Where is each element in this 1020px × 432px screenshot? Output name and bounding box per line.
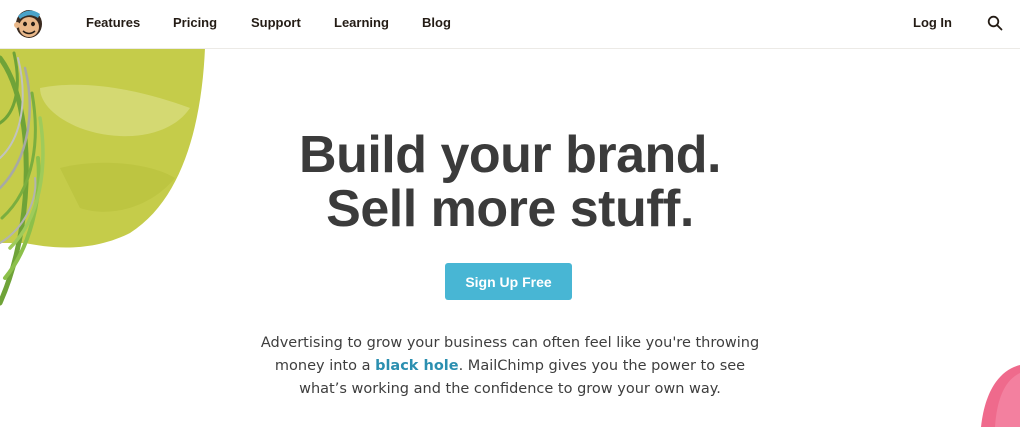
search-icon[interactable] [987, 15, 1003, 31]
nav-learning-link[interactable]: Learning [334, 15, 389, 31]
login-link[interactable]: Log In [913, 15, 952, 31]
sign-up-free-button[interactable]: Sign Up Free [445, 263, 572, 300]
black-hole-link[interactable]: black hole [375, 358, 459, 374]
nav-blog-link[interactable]: Blog [422, 15, 451, 31]
hero-description: Advertising to grow your business can of… [250, 332, 770, 401]
nav-pricing-link[interactable]: Pricing [173, 15, 217, 31]
green-blob-illustration [0, 48, 215, 318]
hero-title: Build your brand. Sell more stuff. [210, 128, 810, 236]
freddie-monkey-logo-icon[interactable] [12, 6, 46, 40]
hero-title-line-1: Build your brand. [299, 126, 721, 184]
nav-features-link[interactable]: Features [86, 15, 140, 31]
hero-title-line-2: Sell more stuff. [326, 180, 694, 238]
top-nav: Features Pricing Support Learning Blog L… [0, 0, 1020, 49]
pink-blob-illustration [975, 365, 1020, 427]
nav-support-link[interactable]: Support [251, 15, 301, 31]
